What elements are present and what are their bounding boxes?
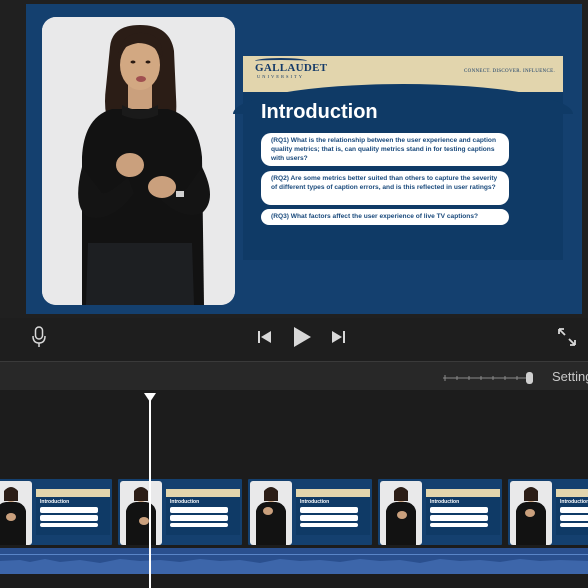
signer-video [42,17,235,305]
timeline-zoom-slider[interactable] [443,371,535,384]
clip-thumbnail-slide: Introduction [296,489,370,535]
fullscreen-icon[interactable] [557,327,577,347]
clip-thumbnail-signer [510,481,552,545]
skip-forward-icon[interactable] [330,330,346,344]
slide-title: Introduction [261,101,378,123]
playhead-handle-icon[interactable] [144,393,156,402]
skip-back-icon[interactable] [257,330,273,344]
timeline[interactable]: Introduction Introduction Introduction I… [0,390,588,588]
clip-thumbnail-signer [120,481,162,545]
research-question-2: (RQ2) Are some metrics better suited tha… [261,171,509,205]
playback-controls [0,318,588,360]
timeline-clip[interactable]: Introduction [376,477,504,547]
microphone-icon[interactable] [32,326,46,348]
play-icon[interactable] [291,326,313,348]
timeline-clip[interactable]: Introduction [0,477,114,547]
playhead[interactable] [149,398,151,588]
timeline-toolbar: Settings [0,362,588,390]
research-question-1: (RQ1) What is the relationship between t… [261,133,509,166]
clip-thumbnail-slide: Introduction [556,489,588,535]
university-logo-sub: UNIVERSITY [257,74,304,79]
clip-thumbnail-signer [380,481,422,545]
research-question-3: (RQ3) What factors affect the user exper… [261,209,509,225]
clip-thumbnail-slide: Introduction [36,489,110,535]
viewer: GALLAUDET UNIVERSITY CONNECT. DISCOVER. … [0,0,588,318]
timeline-clip[interactable]: Introduction [506,477,588,547]
clip-thumbnail-signer [0,481,32,545]
clip-thumbnail-signer [250,481,292,545]
presentation-slide: GALLAUDET UNIVERSITY CONNECT. DISCOVER. … [233,56,573,260]
timeline-footer [0,574,588,588]
video-editor-window: GALLAUDET UNIVERSITY CONNECT. DISCOVER. … [0,0,588,588]
video-frame[interactable]: GALLAUDET UNIVERSITY CONNECT. DISCOVER. … [26,4,582,314]
settings-button[interactable]: Settings [552,369,588,384]
video-track: Introduction Introduction Introduction I… [0,477,588,547]
university-logo: GALLAUDET [255,62,328,74]
timeline-clip[interactable]: Introduction [116,477,244,547]
clip-thumbnail-slide: Introduction [166,489,240,535]
audio-track[interactable] [0,548,588,574]
audio-volume-line[interactable] [0,554,588,555]
timeline-clip[interactable]: Introduction [246,477,374,547]
slide-tagline: CONNECT. DISCOVER. INFLUENCE. [464,69,555,74]
slide-header: GALLAUDET UNIVERSITY CONNECT. DISCOVER. … [233,56,573,114]
clip-thumbnail-slide: Introduction [426,489,500,535]
